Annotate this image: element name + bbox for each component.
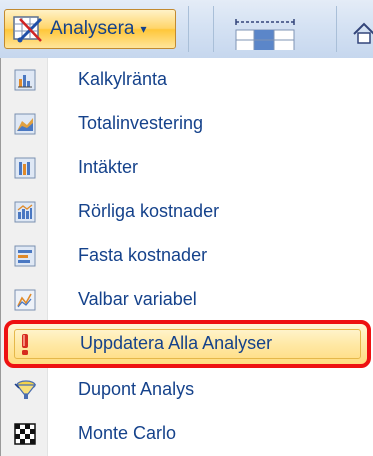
menu-item-totalinvestering[interactable]: Totalinvestering (1, 102, 373, 146)
ribbon-separator (336, 6, 337, 52)
table-layout-icon[interactable] (230, 18, 300, 50)
analysera-dropdown-menu: Kalkylränta Totalinvestering Intäkter Rö… (0, 58, 373, 456)
menu-item-intakter[interactable]: Intäkter (1, 146, 373, 190)
menu-item-label: Kalkylränta (78, 69, 168, 89)
menu-item-uppdatera-alla-analyser[interactable]: Uppdatera Alla Analyser (1, 322, 373, 366)
ribbon-separator (213, 6, 214, 52)
menu-item-label: Monte Carlo (78, 423, 177, 443)
menu-item-label: Uppdatera Alla Analyser (80, 333, 273, 353)
menu-item-label: Fasta kostnader (78, 245, 208, 265)
ribbon-bar: Analysera ▾ (0, 0, 373, 59)
menu-item-dupont-analys[interactable]: Dupont Analys (1, 368, 373, 412)
chart-valbar-variabel-icon (14, 289, 36, 311)
checkerboard-icon (14, 423, 36, 445)
menu-item-label: Intäkter (78, 157, 139, 177)
chart-totalinvestering-icon (14, 113, 36, 135)
home-icon[interactable] (353, 22, 373, 44)
chart-rorliga-kostnader-icon (14, 201, 36, 223)
menu-item-kalkylranta[interactable]: Kalkylränta (1, 58, 373, 102)
exclamation-icon (22, 334, 28, 355)
menu-item-label: Totalinvestering (78, 113, 204, 133)
menu-item-label: Dupont Analys (78, 379, 195, 399)
menu-item-rorliga-kostnader[interactable]: Rörliga kostnader (1, 190, 373, 234)
analysera-dropdown-button[interactable]: Analysera ▾ (4, 9, 176, 49)
chart-fasta-kostnader-icon (14, 245, 36, 267)
menu-item-fasta-kostnader[interactable]: Fasta kostnader (1, 234, 373, 278)
menu-item-monte-carlo[interactable]: Monte Carlo (1, 412, 373, 456)
chart-intakter-icon (14, 157, 36, 179)
analysis-tool-icon (13, 16, 43, 43)
chart-kalkylranta-icon (14, 69, 36, 91)
analysera-label: Analysera (50, 18, 135, 39)
chevron-down-icon: ▾ (140, 22, 147, 36)
menu-item-valbar-variabel[interactable]: Valbar variabel (1, 278, 373, 322)
funnel-icon (14, 380, 36, 399)
ribbon-separator (188, 6, 189, 52)
menu-item-label: Valbar variabel (78, 289, 197, 309)
menu-item-label: Rörliga kostnader (78, 201, 220, 221)
